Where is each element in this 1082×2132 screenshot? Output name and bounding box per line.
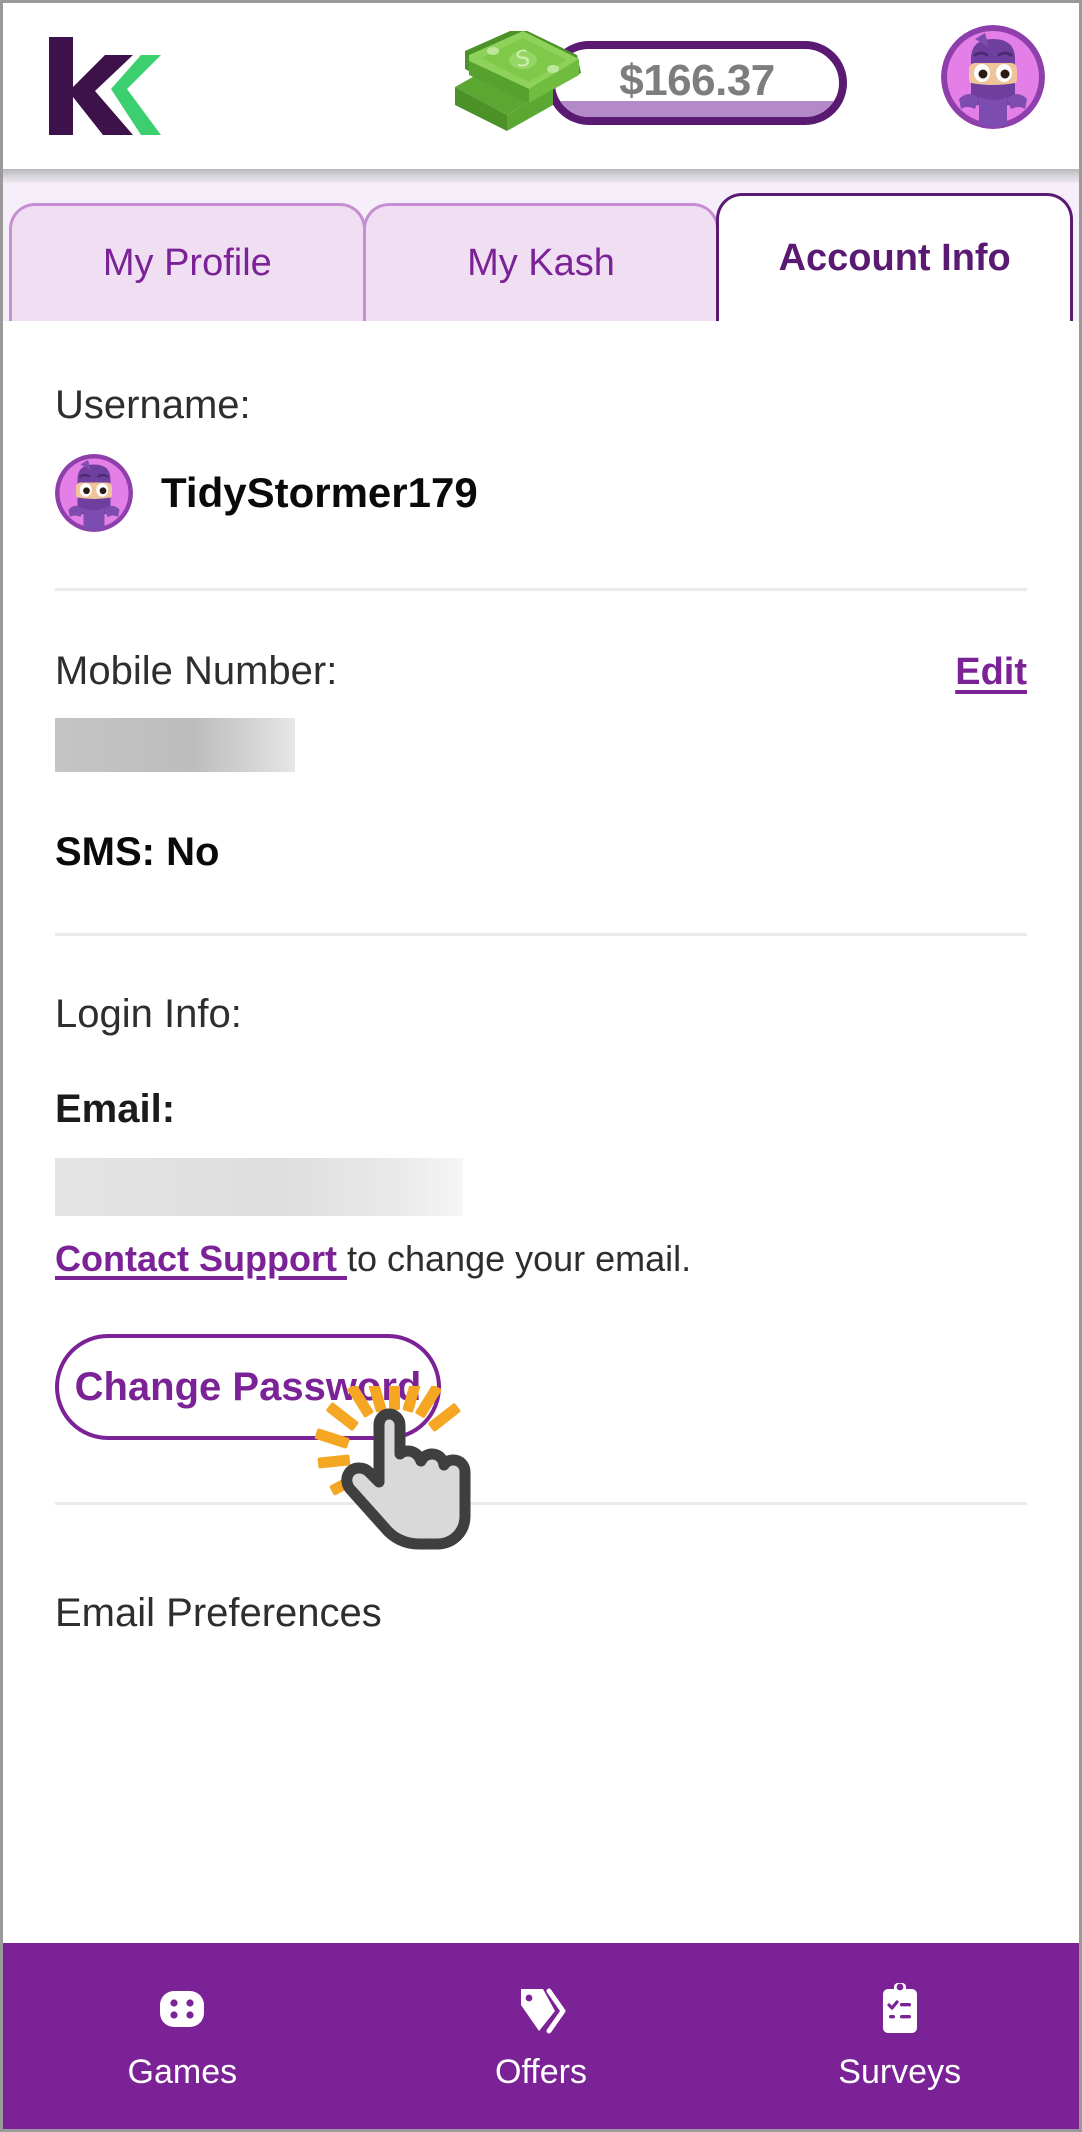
nav-label: Games xyxy=(127,2052,238,2091)
contact-support-rest: to change your email. xyxy=(346,1238,692,1279)
user-avatar xyxy=(55,454,133,532)
account-info-panel: Username: TidyStormer179 Mobile Number: … xyxy=(3,321,1079,2015)
nav-label: Offers xyxy=(495,2052,587,2091)
nav-item-games[interactable]: Games xyxy=(3,1981,362,2092)
change-password-area: Change Password xyxy=(55,1334,1027,1550)
tag-icon xyxy=(521,1988,566,2033)
cash-stack-icon: S xyxy=(455,31,581,131)
username-value: TidyStormer179 xyxy=(161,469,478,516)
nav-item-offers[interactable]: Offers xyxy=(362,1981,721,2092)
header-avatar[interactable] xyxy=(941,25,1045,129)
balance-amount: $166.37 xyxy=(619,56,775,105)
contact-support-link[interactable]: Contact Support xyxy=(55,1238,347,1279)
login-info-label: Login Info: xyxy=(55,992,242,1036)
gamepad-icon xyxy=(160,1990,205,2027)
mobile-number-value-redacted xyxy=(55,718,295,772)
sms-status: SMS: No xyxy=(55,830,220,874)
mobile-number-header: Mobile Number: Edit xyxy=(55,649,1027,694)
nav-item-surveys[interactable]: Surveys xyxy=(720,1981,1079,2092)
app-root: $166.37 S My Profile My Kash Account Inf… xyxy=(0,0,1082,2132)
tab-label: My Profile xyxy=(102,242,272,284)
header-shadow xyxy=(3,169,1079,183)
email-preferences-heading: Email Preferences xyxy=(55,1591,382,1635)
mobile-number-label: Mobile Number: xyxy=(55,649,338,693)
login-info-section: Login Info: Email: Contact Support to ch… xyxy=(55,936,1027,1550)
username-section: Username: TidyStormer179 xyxy=(55,321,1027,532)
balance-widget[interactable]: $166.37 S xyxy=(443,31,863,131)
mobile-number-section: Mobile Number: Edit SMS: No xyxy=(55,591,1027,875)
username-label: Username: xyxy=(55,383,251,427)
nav-label: Surveys xyxy=(838,2052,962,2091)
email-label: Email: xyxy=(55,1087,176,1131)
clipboard-checklist-icon xyxy=(882,1982,917,2033)
tab-account-info[interactable]: Account Info xyxy=(716,193,1074,321)
tab-bar: My Profile My Kash Account Info xyxy=(3,183,1079,321)
bottom-navigation: Games Offers Surveys xyxy=(3,1943,1079,2129)
email-value-redacted xyxy=(55,1158,463,1216)
contact-support-line: Contact Support to change your email. xyxy=(55,1238,1027,1280)
tab-label: My Kash xyxy=(467,242,615,284)
change-password-label: Change Password xyxy=(74,1364,422,1409)
change-password-button[interactable]: Change Password xyxy=(55,1334,441,1440)
tab-my-kash[interactable]: My Kash xyxy=(362,203,720,321)
app-header: $166.37 S xyxy=(3,3,1079,169)
kashkick-logo[interactable] xyxy=(37,31,167,141)
username-row: TidyStormer179 xyxy=(55,454,1027,532)
divider xyxy=(55,1502,1027,1505)
tab-label: Account Info xyxy=(778,237,1011,279)
edit-mobile-link[interactable]: Edit xyxy=(955,651,1027,694)
tab-my-profile[interactable]: My Profile xyxy=(9,203,366,321)
